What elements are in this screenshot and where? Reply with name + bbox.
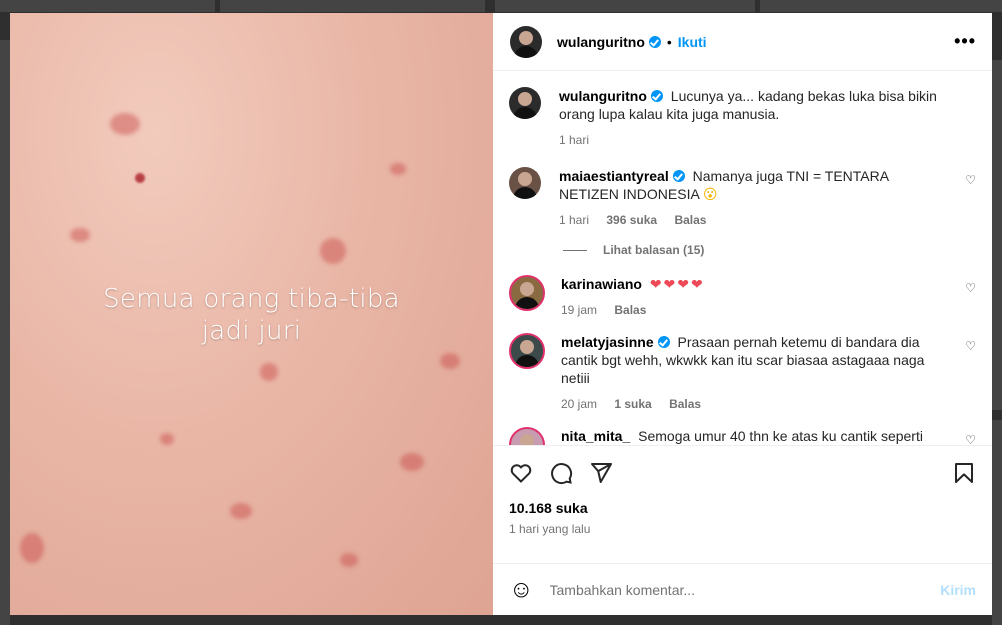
post-panel: wulanguritno • Ikuti ••• wulanguritno Lu… <box>493 13 992 615</box>
comment-item: karinawiano ❤❤❤❤ 19 jam Balas ♡ <box>509 275 976 319</box>
reply-button[interactable]: Balas <box>674 213 706 227</box>
post-modal: Semua orang tiba-tiba jadi juri wulangur… <box>10 13 992 615</box>
comment-time[interactable]: 1 hari <box>559 213 589 227</box>
commenter-username[interactable]: nita_mita_ <box>561 428 630 444</box>
view-replies-label: Lihat balasan (15) <box>603 243 705 257</box>
add-comment-bar: ☺ Kirim <box>493 563 992 615</box>
separator-dot: • <box>666 33 672 50</box>
author-username[interactable]: wulanguritno <box>557 34 645 50</box>
comment-time[interactable]: 19 jam <box>561 303 597 317</box>
verified-badge-icon <box>672 170 685 182</box>
more-options-icon[interactable]: ••• <box>954 31 976 52</box>
like-comment-heart-icon[interactable]: ♡ <box>965 173 976 187</box>
post-actions: 10.168 suka 1 hari yang lalu <box>493 445 992 563</box>
author-avatar[interactable] <box>510 25 542 58</box>
verified-badge-icon <box>648 35 661 48</box>
likes-count[interactable]: 10.168 suka <box>509 500 976 516</box>
comments-list: wulanguritno Lucunya ya... kadang bekas … <box>493 71 992 445</box>
caption-username[interactable]: wulanguritno <box>559 88 647 104</box>
post-header: wulanguritno • Ikuti ••• <box>493 13 992 71</box>
caption-avatar[interactable] <box>509 87 541 119</box>
commenter-avatar[interactable] <box>509 333 545 369</box>
view-replies-button[interactable]: Lihat balasan (15) <box>563 243 976 257</box>
like-comment-heart-icon[interactable]: ♡ <box>965 433 976 445</box>
post-timestamp[interactable]: 1 hari yang lalu <box>509 522 976 536</box>
image-caption: Semua orang tiba-tiba jadi juri <box>103 284 400 346</box>
commenter-avatar[interactable] <box>509 275 545 311</box>
commenter-username[interactable]: karinawiano <box>561 276 642 292</box>
surprised-emoji: 😮 <box>702 186 718 202</box>
hearts-emoji: ❤❤❤❤ <box>649 276 705 292</box>
post-image: Semua orang tiba-tiba jadi juri <box>10 13 493 615</box>
caption-time[interactable]: 1 hari <box>559 133 589 147</box>
comment-likes[interactable]: 396 suka <box>606 213 657 227</box>
commenter-username[interactable]: melatyjasinne <box>561 334 654 350</box>
follow-button[interactable]: Ikuti <box>678 34 707 50</box>
comment-bubble-icon[interactable] <box>549 461 573 485</box>
comment-input[interactable] <box>547 580 941 599</box>
like-comment-heart-icon[interactable]: ♡ <box>965 281 976 295</box>
verified-badge-icon <box>657 336 670 348</box>
reply-button[interactable]: Balas <box>614 303 646 317</box>
comment-time[interactable]: 20 jam <box>561 397 597 411</box>
share-paper-plane-icon[interactable] <box>589 461 613 485</box>
comment-item: nita_mita_ Semoga umur 40 thn ke atas ku… <box>509 427 976 445</box>
comment-item: melatyjasinne Prasaan pernah ketemu di b… <box>509 333 976 413</box>
commenter-username[interactable]: maiaestiantyreal <box>559 168 669 184</box>
replies-divider <box>563 249 587 251</box>
commenter-avatar[interactable] <box>509 167 541 199</box>
caption-item: wulanguritno Lucunya ya... kadang bekas … <box>509 87 976 149</box>
like-heart-icon[interactable] <box>509 461 533 485</box>
commenter-avatar[interactable] <box>509 427 545 445</box>
verified-badge-icon <box>650 90 663 102</box>
comment-item: maiaestiantyreal Namanya juga TNI = TENT… <box>509 167 976 229</box>
post-comment-button[interactable]: Kirim <box>940 582 976 598</box>
reply-button[interactable]: Balas <box>669 397 701 411</box>
like-comment-heart-icon[interactable]: ♡ <box>965 339 976 353</box>
save-bookmark-icon[interactable] <box>952 461 976 485</box>
emoji-picker-icon[interactable]: ☺ <box>509 576 534 604</box>
comment-likes[interactable]: 1 suka <box>614 397 651 411</box>
